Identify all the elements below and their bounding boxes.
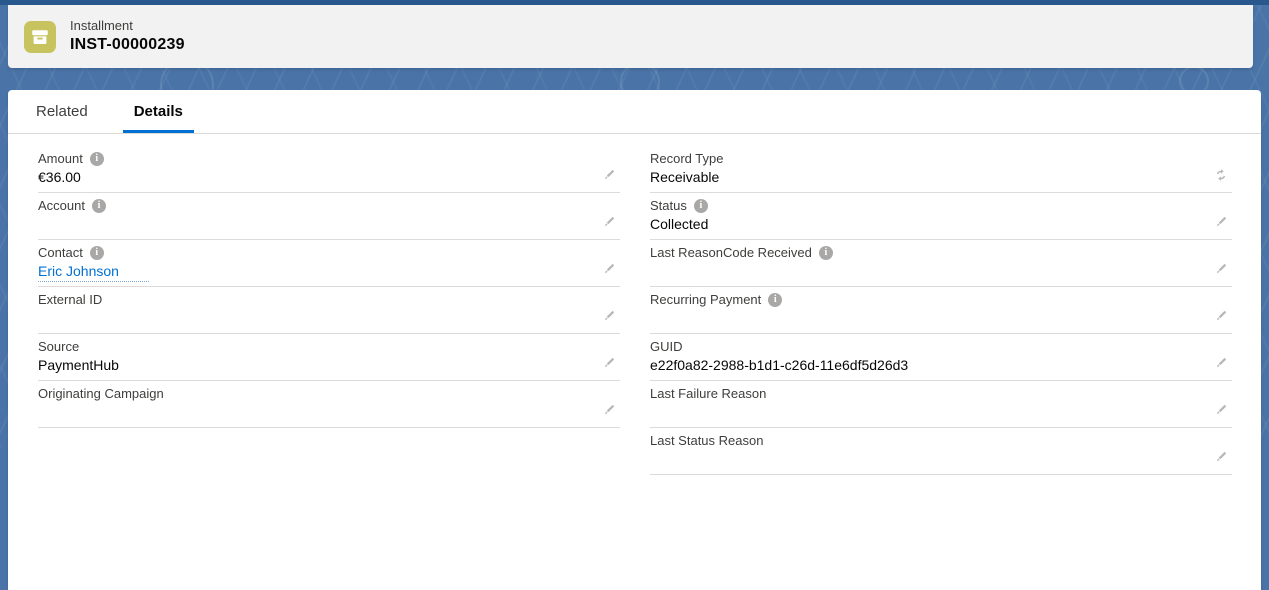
field-row-account: Account i bbox=[38, 193, 620, 240]
field-label: Contact bbox=[38, 245, 83, 260]
edit-pencil-icon bbox=[602, 262, 616, 276]
change-record-type-icon bbox=[1214, 168, 1228, 182]
field-row-external-id: External ID bbox=[38, 287, 620, 334]
tab-label: Related bbox=[36, 103, 88, 120]
info-icon[interactable]: i bbox=[92, 199, 106, 213]
tab-bar: Related Details bbox=[8, 90, 1261, 134]
field-label: Originating Campaign bbox=[38, 386, 164, 401]
edit-button[interactable] bbox=[1213, 261, 1229, 277]
field-row-last-reasoncode-received: Last ReasonCode Received i bbox=[650, 240, 1232, 287]
field-label: Source bbox=[38, 339, 79, 354]
record-detail-panel: Related Details Amount i €36.00 Account … bbox=[8, 90, 1261, 590]
field-value: e22f0a82-2988-b1d1-c26d-11e6df5d26d3 bbox=[650, 355, 1232, 375]
field-row-contact: Contact i Eric Johnson bbox=[38, 240, 620, 287]
info-icon[interactable]: i bbox=[694, 199, 708, 213]
field-row-last-failure-reason: Last Failure Reason bbox=[650, 381, 1232, 428]
field-row-amount: Amount i €36.00 bbox=[38, 146, 620, 193]
edit-button[interactable] bbox=[1213, 449, 1229, 465]
field-label: Last Status Reason bbox=[650, 433, 763, 448]
info-icon[interactable]: i bbox=[768, 293, 782, 307]
field-row-guid: GUID e22f0a82-2988-b1d1-c26d-11e6df5d26d… bbox=[650, 334, 1232, 381]
field-label: Last Failure Reason bbox=[650, 386, 766, 401]
tab-label: Details bbox=[134, 103, 183, 120]
field-label: Last ReasonCode Received bbox=[650, 245, 812, 260]
edit-button[interactable] bbox=[601, 214, 617, 230]
field-row-last-status-reason: Last Status Reason bbox=[650, 428, 1232, 475]
edit-pencil-icon bbox=[602, 356, 616, 370]
field-row-source: Source PaymentHub bbox=[38, 334, 620, 381]
record-header: Installment INST-00000239 bbox=[8, 5, 1253, 68]
edit-pencil-icon bbox=[602, 403, 616, 417]
edit-pencil-icon bbox=[1214, 450, 1228, 464]
edit-button[interactable] bbox=[1213, 308, 1229, 324]
record-name: INST-00000239 bbox=[70, 35, 185, 55]
edit-button[interactable] bbox=[1213, 214, 1229, 230]
edit-button[interactable] bbox=[601, 402, 617, 418]
field-row-status: Status i Collected bbox=[650, 193, 1232, 240]
field-label: GUID bbox=[650, 339, 683, 354]
field-column-left: Amount i €36.00 Account i bbox=[38, 146, 620, 475]
info-icon[interactable]: i bbox=[819, 246, 833, 260]
edit-button[interactable] bbox=[1213, 402, 1229, 418]
field-value: €36.00 bbox=[38, 167, 620, 187]
edit-pencil-icon bbox=[602, 309, 616, 323]
edit-pencil-icon bbox=[1214, 262, 1228, 276]
field-label: Account bbox=[38, 198, 85, 213]
field-column-right: Record Type Receivable Status i Collecte… bbox=[650, 146, 1232, 475]
entity-label: Installment bbox=[70, 18, 185, 34]
edit-pencil-icon bbox=[1214, 356, 1228, 370]
edit-button[interactable] bbox=[1213, 355, 1229, 371]
field-value: PaymentHub bbox=[38, 355, 620, 375]
tab-related[interactable]: Related bbox=[25, 98, 99, 133]
field-label: Amount bbox=[38, 151, 83, 166]
field-value: Receivable bbox=[650, 167, 1232, 187]
edit-pencil-icon bbox=[1214, 403, 1228, 417]
tab-details[interactable]: Details bbox=[123, 98, 194, 133]
edit-button[interactable] bbox=[601, 261, 617, 277]
edit-button[interactable] bbox=[601, 167, 617, 183]
field-row-record-type: Record Type Receivable bbox=[650, 146, 1232, 193]
edit-pencil-icon bbox=[602, 215, 616, 229]
info-icon[interactable]: i bbox=[90, 246, 104, 260]
edit-button[interactable] bbox=[601, 355, 617, 371]
field-label: Record Type bbox=[650, 151, 723, 166]
info-icon[interactable]: i bbox=[90, 152, 104, 166]
field-row-originating-campaign: Originating Campaign bbox=[38, 381, 620, 428]
record-header-text: Installment INST-00000239 bbox=[70, 18, 185, 55]
change-record-type-button[interactable] bbox=[1213, 167, 1229, 183]
edit-pencil-icon bbox=[1214, 309, 1228, 323]
field-value: Collected bbox=[650, 214, 1232, 234]
edit-button[interactable] bbox=[601, 308, 617, 324]
field-layout: Amount i €36.00 Account i bbox=[8, 134, 1261, 475]
field-label: Recurring Payment bbox=[650, 292, 761, 307]
installment-box-icon bbox=[24, 21, 56, 53]
edit-pencil-icon bbox=[602, 168, 616, 182]
field-label: External ID bbox=[38, 292, 102, 307]
record-link[interactable]: Eric Johnson bbox=[38, 262, 149, 282]
edit-pencil-icon bbox=[1214, 215, 1228, 229]
field-label: Status bbox=[650, 198, 687, 213]
field-row-recurring-payment: Recurring Payment i bbox=[650, 287, 1232, 334]
